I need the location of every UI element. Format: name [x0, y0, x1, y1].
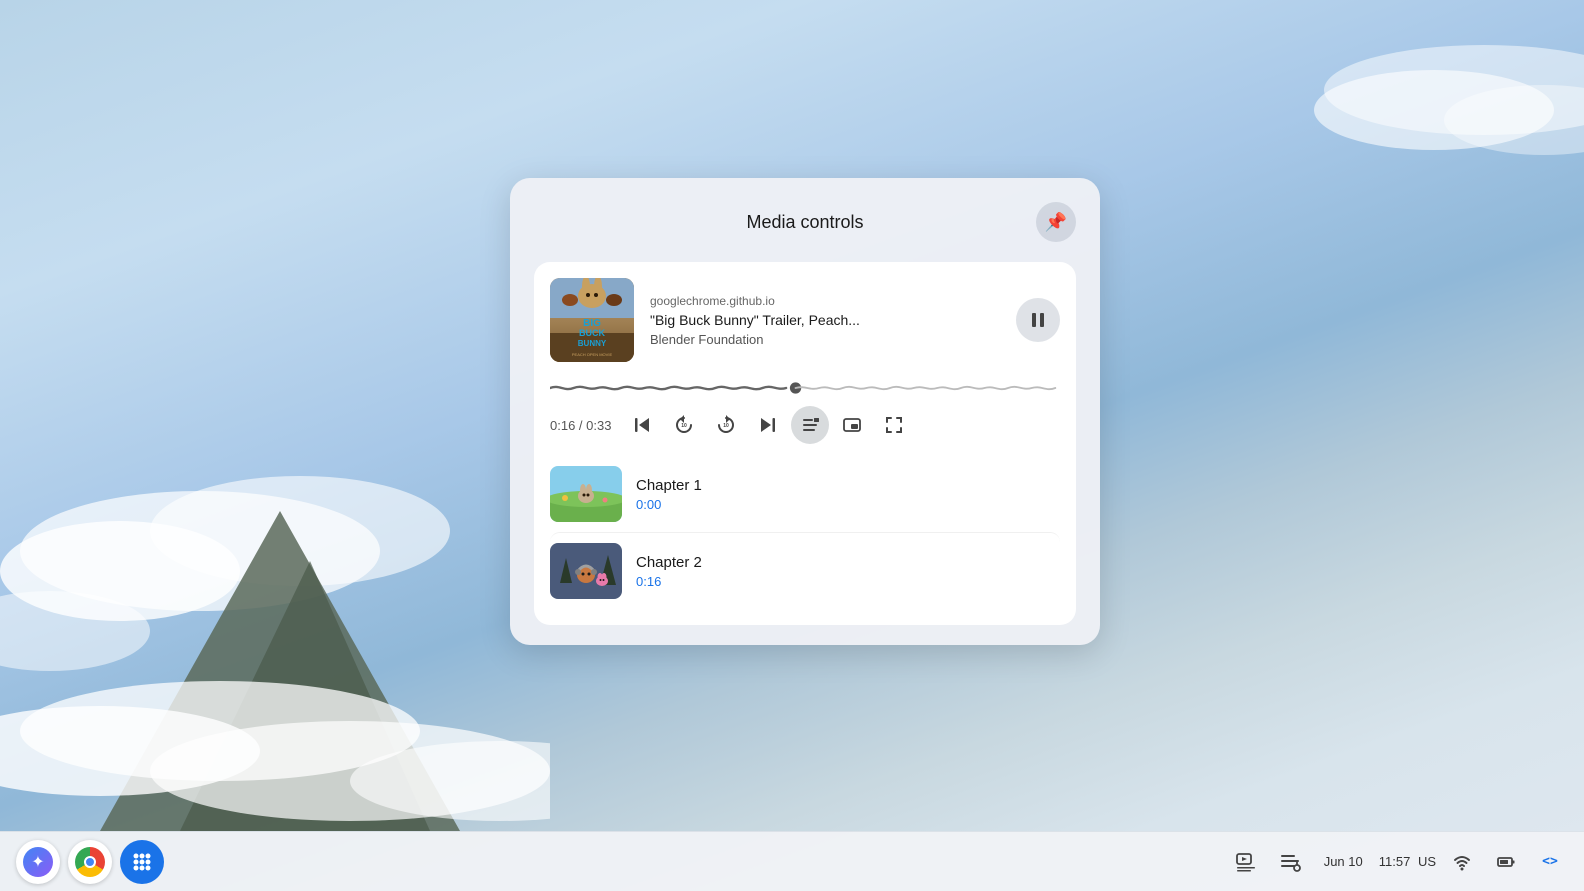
chapter-2-time: 0:16: [636, 574, 1060, 589]
chapters-list: Chapter 1 0:00: [550, 456, 1060, 609]
media-card: BIG BUCK BUNNY PEACH OPEN MOVIE googlech…: [534, 262, 1076, 625]
chapter-2-item[interactable]: Chapter 2 0:16: [550, 532, 1060, 609]
code-icon: <>: [1542, 854, 1558, 869]
time-display: 0:16 / 0:33: [550, 418, 611, 433]
media-info-row: BIG BUCK BUNNY PEACH OPEN MOVIE googlech…: [550, 278, 1060, 362]
bbb-poster: BIG BUCK BUNNY PEACH OPEN MOVIE: [550, 278, 634, 362]
chapter-2-thumbnail: [550, 543, 622, 599]
media-source: googlechrome.github.io: [650, 294, 1000, 308]
battery-icon: [1496, 852, 1516, 872]
apps-grid-icon: [131, 851, 153, 873]
media-taskbar-button[interactable]: [1228, 844, 1264, 880]
forward-icon: 10: [715, 414, 737, 436]
panel-header: Media controls 📌: [534, 202, 1076, 242]
svg-text:BUCK: BUCK: [579, 328, 605, 338]
chapters-button[interactable]: [791, 406, 829, 444]
svg-text:10: 10: [724, 423, 730, 429]
pause-icon: [1029, 311, 1047, 329]
progress-waveform[interactable]: [550, 378, 1060, 398]
media-artist: Blender Foundation: [650, 332, 1000, 347]
pin-icon: 📌: [1045, 212, 1067, 233]
desktop: Media controls 📌: [0, 0, 1584, 891]
chapter-2-name: Chapter 2: [636, 554, 1060, 571]
locale-value: US: [1418, 854, 1436, 869]
chapter-1-time: 0:00: [636, 497, 1060, 512]
panel-title: Media controls: [574, 212, 1036, 233]
pin-button[interactable]: 📌: [1036, 202, 1076, 242]
skip-next-button[interactable]: [749, 406, 787, 444]
chapters-icon: [800, 415, 820, 435]
taskbar-left: ✦: [16, 840, 164, 884]
forward-button[interactable]: 10: [707, 406, 745, 444]
media-title: "Big Buck Bunny" Trailer, Peach...: [650, 312, 1000, 328]
taskbar-time: 11:57 US: [1379, 854, 1436, 869]
pip-icon: [842, 415, 862, 435]
pip-button[interactable]: [833, 406, 871, 444]
media-queue-icon: [1235, 851, 1257, 873]
taskbar-right: Jun 10 11:57 US: [1228, 844, 1568, 880]
chapter-1-info: Chapter 1 0:00: [636, 477, 1060, 512]
app-launcher[interactable]: [120, 840, 164, 884]
chrome-icon: [75, 847, 105, 877]
time-value: 11:57: [1379, 854, 1411, 869]
skip-back-icon: [632, 415, 652, 435]
svg-text:PEACH OPEN MOVIE: PEACH OPEN MOVIE: [572, 352, 613, 357]
wifi-button[interactable]: [1444, 844, 1480, 880]
fullscreen-button[interactable]: [875, 406, 913, 444]
media-details: googlechrome.github.io "Big Buck Bunny" …: [650, 294, 1000, 347]
svg-text:BUNNY: BUNNY: [578, 339, 607, 348]
skip-next-icon: [758, 415, 778, 435]
chrome-app[interactable]: [68, 840, 112, 884]
pause-button[interactable]: [1016, 298, 1060, 342]
wifi-icon: [1452, 852, 1472, 872]
chapter-1-item[interactable]: Chapter 1 0:00: [550, 456, 1060, 532]
rewind-icon: 10: [673, 414, 695, 436]
mountain-background: [0, 431, 550, 831]
taskbar: ✦: [0, 831, 1584, 891]
skip-back-button[interactable]: [623, 406, 661, 444]
code-button[interactable]: <>: [1532, 844, 1568, 880]
taskbar-date[interactable]: Jun 10: [1316, 850, 1371, 873]
media-controls-panel: Media controls 📌: [510, 178, 1100, 645]
svg-text:10: 10: [682, 423, 688, 429]
media-thumbnail: BIG BUCK BUNNY PEACH OPEN MOVIE: [550, 278, 634, 362]
assistant-icon: ✦: [23, 847, 53, 877]
chapter-1-thumbnail: [550, 466, 622, 522]
chapter-1-name: Chapter 1: [636, 477, 1060, 494]
assistant-app[interactable]: ✦: [16, 840, 60, 884]
music-queue-button[interactable]: [1272, 844, 1308, 880]
rewind-button[interactable]: 10: [665, 406, 703, 444]
fullscreen-icon: [884, 415, 904, 435]
chapter-2-info: Chapter 2 0:16: [636, 554, 1060, 589]
battery-button[interactable]: [1488, 844, 1524, 880]
music-queue-icon: [1279, 851, 1301, 873]
controls-row: 0:16 / 0:33 10: [550, 406, 1060, 444]
